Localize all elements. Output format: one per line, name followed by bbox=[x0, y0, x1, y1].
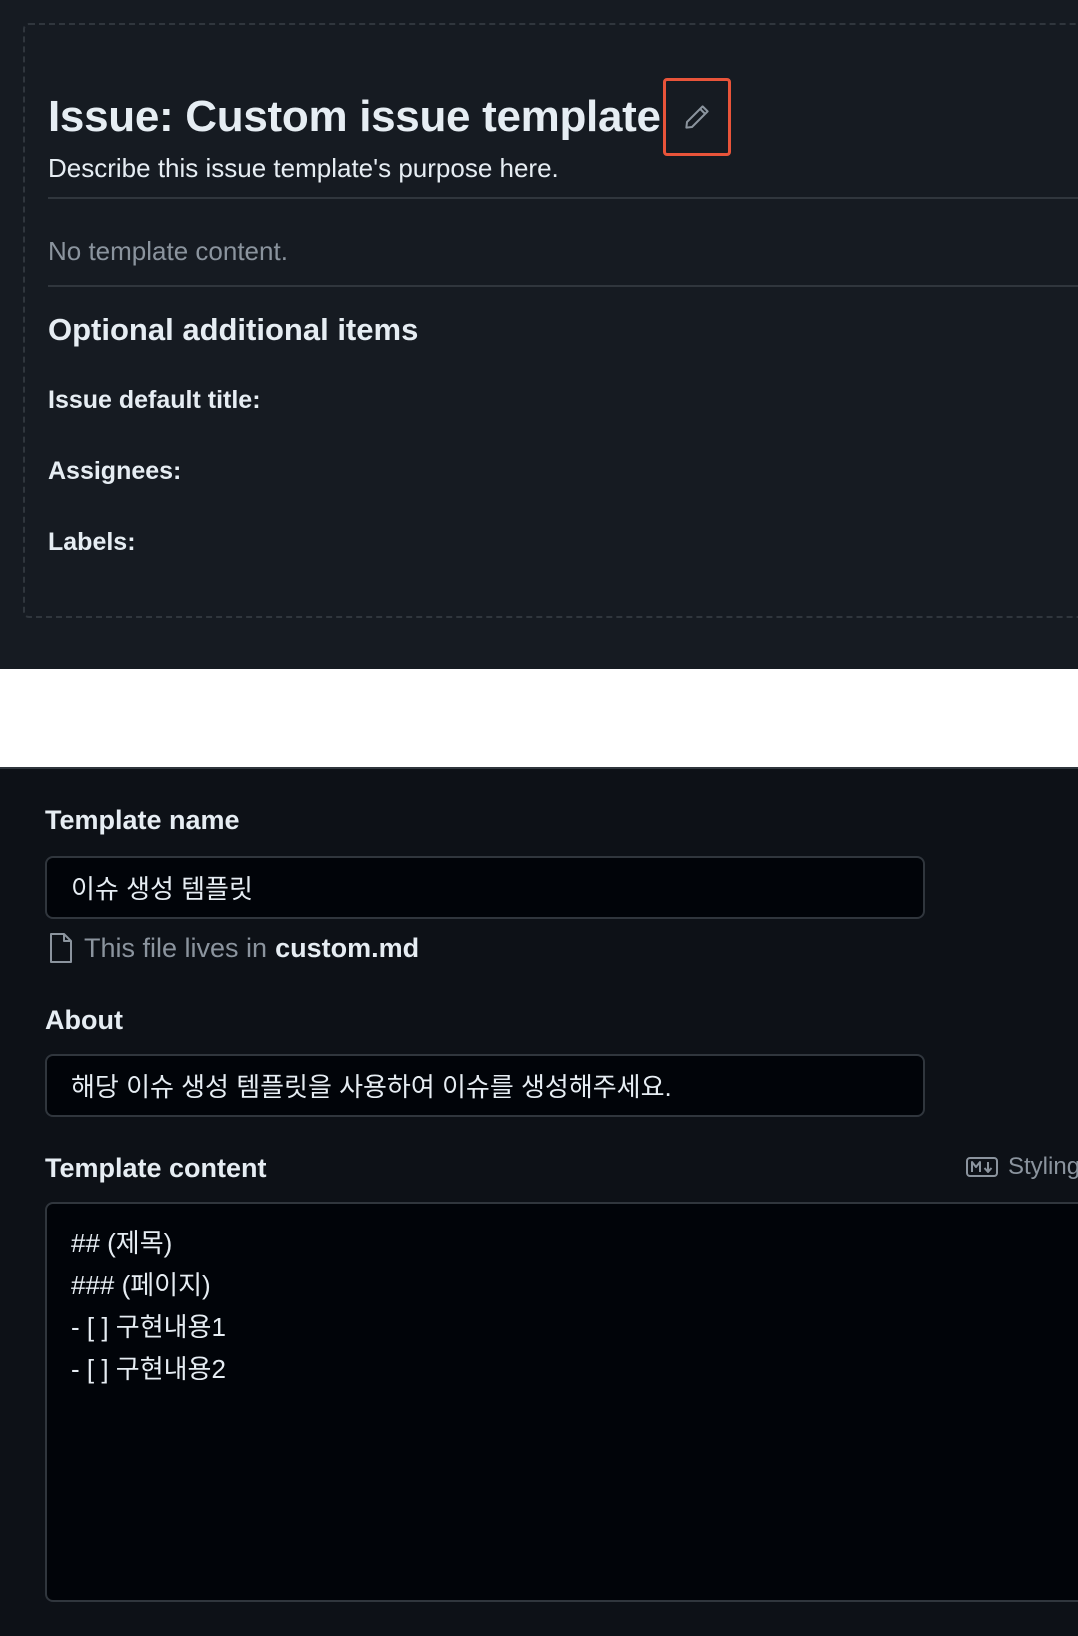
file-location-note: This file lives in custom.md bbox=[48, 932, 419, 964]
template-content-textarea[interactable]: ## (제목) ### (페이지) - [ ] 구현내용1 - [ ] 구현내용2 bbox=[45, 1202, 1078, 1602]
file-note-prefix: This file lives in bbox=[84, 932, 268, 963]
about-label: About bbox=[45, 1005, 123, 1035]
template-content-line: ### (페이지) bbox=[71, 1270, 211, 1300]
template-content-line: ## (제목) bbox=[71, 1228, 173, 1258]
file-name: custom.md bbox=[275, 932, 420, 963]
edit-template-button[interactable] bbox=[662, 78, 731, 156]
pencil-icon bbox=[685, 105, 709, 129]
template-edit-form: Template name This file lives in custom.… bbox=[0, 767, 1078, 1636]
template-preview-panel: Issue: Custom issue template Describe th… bbox=[0, 0, 1078, 669]
about-input[interactable] bbox=[45, 1054, 925, 1117]
divider bbox=[48, 197, 1078, 199]
no-template-content-text: No template content. bbox=[48, 236, 288, 266]
template-name-input[interactable] bbox=[45, 856, 925, 919]
preview-description: Describe this issue template's purpose h… bbox=[48, 153, 559, 183]
template-name-label: Template name bbox=[45, 805, 240, 835]
styling-label: Styling bbox=[1008, 1153, 1078, 1180]
optional-items-heading: Optional additional items bbox=[48, 312, 419, 347]
file-icon bbox=[50, 933, 72, 963]
styling-markdown-link[interactable]: Styling bbox=[966, 1153, 1078, 1181]
preview-title: Issue: Custom issue template bbox=[48, 92, 661, 141]
template-content-label: Template content bbox=[45, 1153, 267, 1183]
issue-default-title-label: Issue default title: bbox=[48, 386, 261, 414]
divider bbox=[48, 285, 1078, 287]
labels-label: Labels: bbox=[48, 528, 136, 556]
markdown-icon bbox=[966, 1157, 998, 1177]
template-content-line: - [ ] 구현내용2 bbox=[71, 1354, 226, 1384]
template-content-line: - [ ] 구현내용1 bbox=[71, 1312, 226, 1342]
assignees-label: Assignees: bbox=[48, 457, 182, 485]
preview-title-row: Issue: Custom issue template bbox=[48, 78, 731, 156]
